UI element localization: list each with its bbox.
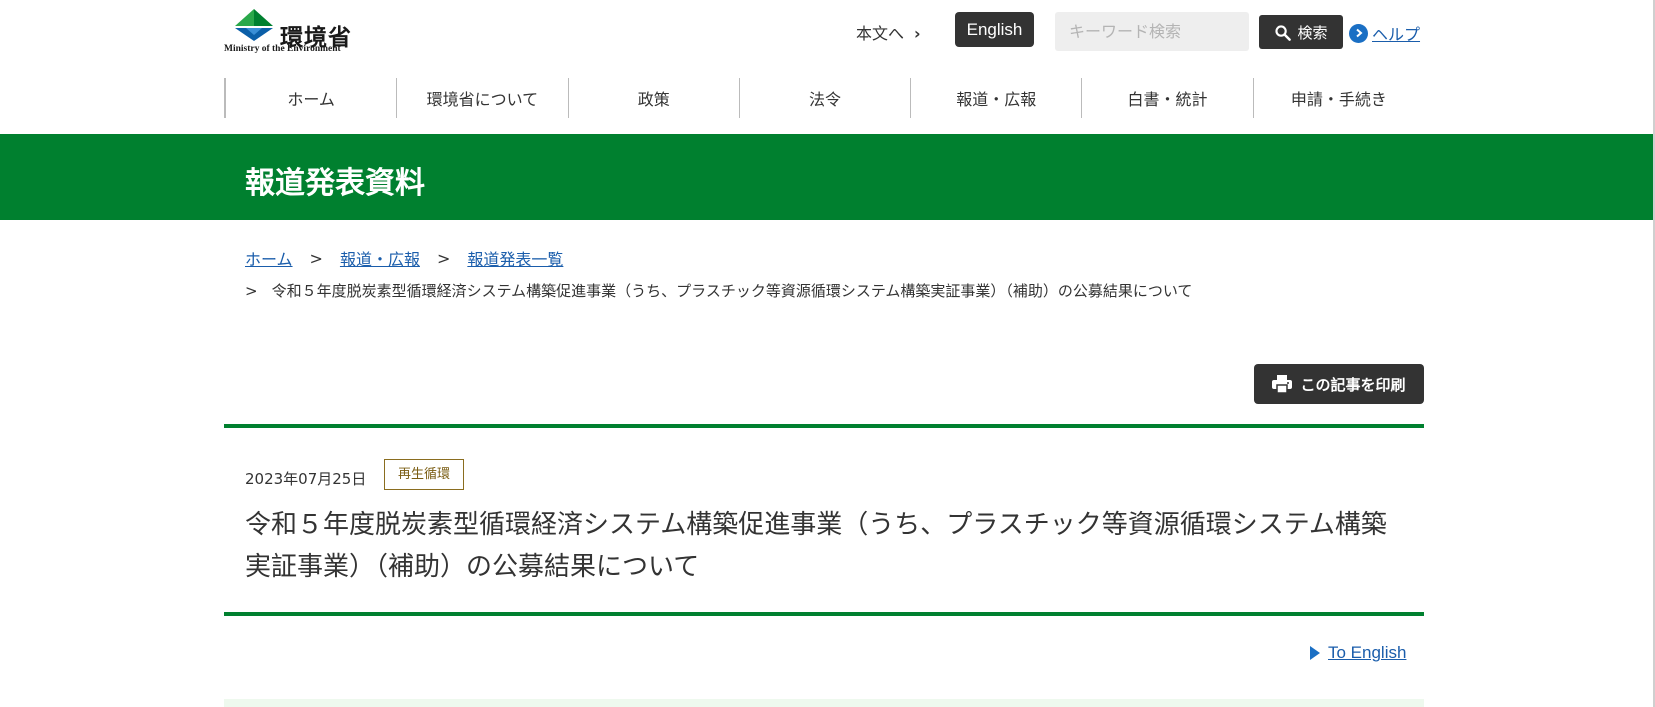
breadcrumb: ホーム > 報道・広報 > 報道発表一覧 > 令和５年度脱炭素型循環経済システム構… <box>245 246 1192 301</box>
breadcrumb-link-press[interactable]: 報道・広報 <box>340 246 420 270</box>
triangle-right-icon <box>1310 646 1320 660</box>
search-button[interactable]: 検索 <box>1259 15 1343 49</box>
chevron-right-icon: › <box>914 24 921 43</box>
site-header: 環境省 Ministry of the Environment 本文へ › Eng… <box>0 0 1655 70</box>
breadcrumb-separator: > <box>309 248 323 268</box>
nav-item-whitepaper[interactable]: 白書・統計 <box>1081 78 1252 118</box>
breadcrumb-separator: > <box>436 248 451 268</box>
global-nav: ホーム 環境省について 政策 法令 報道・広報 白書・統計 申請・手続き <box>224 78 1424 118</box>
category-tag[interactable]: 再生循環 <box>384 459 464 490</box>
article-top-rule <box>224 424 1424 428</box>
breadcrumb-current: 令和５年度脱炭素型循環経済システム構築促進事業（うち、プラスチック等資源循環シス… <box>271 282 1193 300</box>
help-link[interactable]: ヘルプ <box>1349 21 1420 45</box>
nav-item-law[interactable]: 法令 <box>738 78 910 118</box>
logo-text-en: Ministry of the Environment <box>224 44 341 54</box>
print-button[interactable]: この記事を印刷 <box>1254 364 1424 404</box>
to-english-link[interactable]: To English <box>1310 643 1406 663</box>
skip-link-label: 本文へ <box>856 24 905 43</box>
help-link-label: ヘルプ <box>1372 25 1421 44</box>
breadcrumb-link-home[interactable]: ホーム <box>245 246 293 270</box>
content-box <box>224 699 1424 707</box>
article-bottom-rule <box>224 612 1424 616</box>
search-input[interactable] <box>1055 12 1249 51</box>
print-button-label: この記事を印刷 <box>1300 375 1406 394</box>
search-icon <box>1275 24 1292 41</box>
nav-item-procedures[interactable]: 申請・手続き <box>1252 78 1424 118</box>
breadcrumb-separator: > <box>245 282 258 300</box>
nav-item-about[interactable]: 環境省について <box>396 78 567 118</box>
search-button-label: 検索 <box>1297 23 1328 42</box>
nav-item-home[interactable]: ホーム <box>224 78 396 118</box>
site-logo[interactable]: 環境省 Ministry of the Environment <box>224 8 354 54</box>
article-date: 2023年07月25日 <box>245 470 367 488</box>
nav-item-policy[interactable]: 政策 <box>567 78 739 118</box>
skip-to-content-link[interactable]: 本文へ › <box>856 20 921 44</box>
section-banner: 報道発表資料 <box>0 134 1655 220</box>
nav-item-press[interactable]: 報道・広報 <box>910 78 1081 118</box>
to-english-label[interactable]: To English <box>1328 643 1406 663</box>
english-button[interactable]: English <box>955 12 1034 47</box>
article-title: 令和５年度脱炭素型循環経済システム構築促進事業（うち、プラスチック等資源循環シス… <box>245 510 1387 582</box>
breadcrumb-link-press-list[interactable]: 報道発表一覧 <box>467 246 563 270</box>
section-title: 報道発表資料 <box>245 166 425 201</box>
chevron-right-circle-icon <box>1349 23 1368 43</box>
moe-logo-icon <box>235 9 273 41</box>
printer-icon <box>1272 375 1293 393</box>
